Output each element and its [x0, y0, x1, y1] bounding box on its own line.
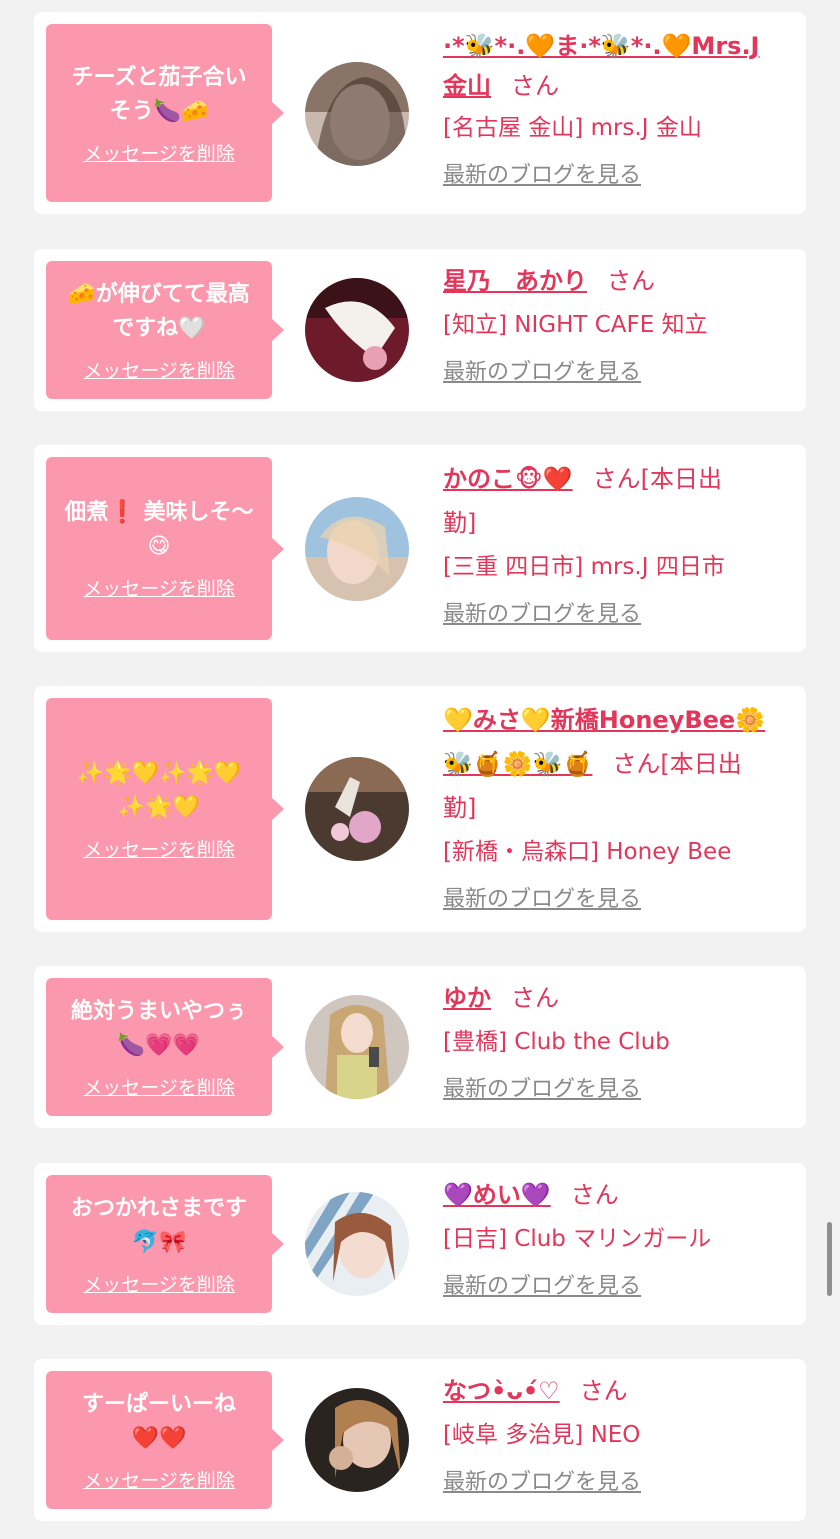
cast-info: ·*🐝*·.🧡ま·*🐝*·.🧡Mrs.J 金山 さん [名古屋 金山] mrs.J… [443, 26, 796, 196]
shop-label: [三重 四日市] mrs.J 四日市 [443, 554, 725, 580]
shop-label: [日吉] Club マリンガール [443, 1226, 712, 1252]
cast-info: なつ•̀ᴗ•́♡ さん [岐阜 多治見] NEO 最新のブログを見る [443, 1369, 796, 1503]
cast-info: 星乃 あかり さん [知立] NIGHT CAFE 知立 最新のブログを見る [443, 259, 796, 393]
avatar[interactable] [305, 1192, 409, 1296]
shop-label: [豊橋] Club the Club [443, 1029, 670, 1055]
honorific: さん [570, 1181, 619, 1209]
message-bubble: 🧀が伸びてて最高 ですね🤍 メッセージを削除 [46, 261, 284, 399]
avatar[interactable] [305, 497, 409, 601]
cast-name-link[interactable]: ·*🐝*·.🧡ま·*🐝*·.🧡Mrs.J 金山 [443, 32, 760, 100]
honorific: さん [592, 465, 641, 493]
message-text: ✨🌟💛✨🌟💛 ✨🌟💛 [76, 760, 242, 820]
view-blog-link[interactable]: 最新のブログを見る [443, 156, 641, 196]
message-card: 絶対うまいやつぅ 🍆💗💗 メッセージを削除 ゆか さん [豊橋] Club the… [34, 966, 806, 1128]
message-bubble: チーズと茄子合い そう🍆🧀 メッセージを削除 [46, 24, 284, 202]
view-blog-link[interactable]: 最新のブログを見る [443, 1267, 641, 1307]
delete-message-link[interactable]: メッセージを削除 [83, 1270, 235, 1297]
cast-info: 💜めい💜 さん [日吉] Club マリンガール 最新のブログを見る [443, 1173, 796, 1307]
cast-name-link[interactable]: 💜めい💜 [443, 1181, 551, 1209]
view-blog-link[interactable]: 最新のブログを見る [443, 595, 641, 635]
message-bubble: ✨🌟💛✨🌟💛 ✨🌟💛 メッセージを削除 [46, 698, 284, 920]
honorific: さん [579, 1377, 628, 1405]
shop-label: [岐阜 多治見] NEO [443, 1422, 641, 1448]
delete-message-link[interactable]: メッセージを削除 [83, 1466, 235, 1493]
message-bubble: 絶対うまいやつぅ 🍆💗💗 メッセージを削除 [46, 978, 284, 1116]
message-text: 絶対うまいやつぅ 🍆💗💗 [70, 998, 247, 1058]
avatar[interactable] [305, 995, 409, 1099]
cast-name-link[interactable]: なつ•̀ᴗ•́♡ [443, 1377, 560, 1405]
honorific: さん [607, 267, 655, 295]
message-text: チーズと茄子合い そう🍆🧀 [71, 64, 247, 124]
cast-info: 💛みさ💛新橋HoneyBee🌼 🐝🍯🌼🐝🍯 さん[本日出 勤] [新橋・烏森口] … [443, 698, 796, 920]
message-text: 佃煮❗️ 美味しそ〜 😋 [64, 500, 254, 559]
cast-info: かのこ🐵❤️ さん[本日出 勤] [三重 四日市] mrs.J 四日市 最新のブロ… [443, 457, 796, 635]
message-card: チーズと茄子合い そう🍆🧀 メッセージを削除 ·*🐝*·.🧡ま·*🐝*·.🧡Mr… [34, 12, 806, 214]
message-text: 🧀が伸びてて最高 ですね🤍 [68, 281, 250, 341]
delete-message-link[interactable]: メッセージを削除 [83, 574, 235, 601]
message-bubble: 佃煮❗️ 美味しそ〜 😋 メッセージを削除 [46, 457, 284, 640]
delete-message-link[interactable]: メッセージを削除 [83, 1073, 235, 1100]
cast-info: ゆか さん [豊橋] Club the Club 最新のブログを見る [443, 976, 796, 1110]
message-card: ✨🌟💛✨🌟💛 ✨🌟💛 メッセージを削除 💛みさ💛新橋HoneyBee🌼 🐝🍯🌼🐝… [34, 686, 806, 932]
cast-name-link[interactable]: ゆか [443, 984, 491, 1012]
message-card: すーぱーいーね ❤️❤️ メッセージを削除 なつ•̀ᴗ•́♡ さん [岐阜 多治見… [34, 1359, 806, 1521]
view-blog-link[interactable]: 最新のブログを見る [443, 1070, 641, 1110]
view-blog-link[interactable]: 最新のブログを見る [443, 1463, 641, 1503]
avatar[interactable] [305, 62, 409, 166]
delete-message-link[interactable]: メッセージを削除 [83, 835, 235, 862]
avatar[interactable] [305, 1388, 409, 1492]
cast-name-link[interactable]: 星乃 あかり [443, 267, 587, 295]
message-card: おつかれさまです 🐬🎀 メッセージを削除 💜めい💜 さん [日吉] Club マリ… [34, 1163, 806, 1325]
message-card: 佃煮❗️ 美味しそ〜 😋 メッセージを削除 かのこ🐵❤️ さん[本日出 勤] [三… [34, 445, 806, 652]
shop-label: [名古屋 金山] mrs.J 金山 [443, 115, 702, 141]
avatar[interactable] [305, 757, 409, 861]
message-text: すーぱーいーね ❤️❤️ [81, 1391, 236, 1451]
honorific: さん [511, 72, 559, 100]
shop-label: [新橋・烏森口] Honey Bee [443, 839, 732, 865]
delete-message-link[interactable]: メッセージを削除 [83, 356, 235, 383]
honorific: さん [511, 984, 559, 1012]
honorific: さん [612, 750, 661, 778]
message-bubble: おつかれさまです 🐬🎀 メッセージを削除 [46, 1175, 284, 1313]
message-bubble: すーぱーいーね ❤️❤️ メッセージを削除 [46, 1371, 284, 1509]
shop-label: [知立] NIGHT CAFE 知立 [443, 312, 708, 338]
view-blog-link[interactable]: 最新のブログを見る [443, 880, 641, 920]
view-blog-link[interactable]: 最新のブログを見る [443, 353, 641, 393]
message-text: おつかれさまです 🐬🎀 [70, 1195, 247, 1255]
cast-name-link[interactable]: かのこ🐵❤️ [443, 465, 573, 493]
avatar[interactable] [305, 278, 409, 382]
delete-message-link[interactable]: メッセージを削除 [83, 139, 235, 166]
message-card: 🧀が伸びてて最高 ですね🤍 メッセージを削除 星乃 あかり さん [知立] NIG… [34, 249, 806, 411]
scrollbar[interactable] [827, 1222, 832, 1296]
